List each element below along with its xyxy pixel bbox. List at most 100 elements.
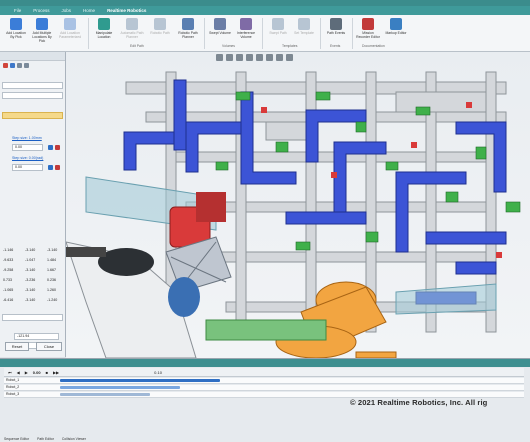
path-icon: [154, 18, 166, 30]
ribbon-tabs: File Process Jobs Home Realtime Robotics: [0, 6, 530, 15]
ribbon-separator: [352, 18, 353, 49]
tab-collision-viewer[interactable]: Collision Viewer: [62, 437, 86, 441]
playback-controls: ⏮ ◀ ▶ 0.00 ■ ▶▶ 0.10: [4, 368, 524, 377]
current-time: 0.00: [32, 369, 41, 375]
sequence-row[interactable]: Robot_2: [4, 385, 524, 391]
coord-value: -6.416: [3, 298, 14, 302]
close-button[interactable]: Close: [36, 342, 62, 351]
add-location-icon: [64, 18, 76, 30]
row-label: Robot_2: [6, 385, 20, 389]
coord-value: -3.140: [47, 248, 58, 252]
sequence-row[interactable]: Robot_1: [4, 378, 524, 384]
render-icon[interactable]: [266, 54, 273, 61]
editor-icon: [362, 18, 374, 30]
coord-value: 1.667: [47, 268, 56, 272]
fit-icon[interactable]: [246, 54, 253, 61]
operation-bar[interactable]: [60, 386, 180, 389]
robot-icon[interactable]: [10, 63, 15, 68]
step-back-icon[interactable]: ◀: [17, 370, 20, 375]
volume-icon: [240, 18, 252, 30]
path-icon: [272, 18, 284, 30]
tab-sequence-editor[interactable]: Sequence Editor: [4, 437, 29, 441]
copyright-watermark: © 2021 Realtime Robotics, Inc. All rig: [350, 398, 488, 407]
external-axis-value[interactable]: -121.94: [14, 333, 59, 340]
coord-value: -1.240: [47, 298, 58, 302]
axis-icon[interactable]: [24, 63, 29, 68]
coord-value: -3.140: [25, 298, 36, 302]
view-icon[interactable]: [256, 54, 263, 61]
operation-bar[interactable]: [60, 379, 220, 382]
config-selector[interactable]: [2, 314, 63, 321]
close-icon[interactable]: [3, 63, 8, 68]
rotate-left-icon[interactable]: [48, 165, 53, 170]
group-label-volumes: Volumes: [222, 44, 236, 48]
coord-value: -3.140: [25, 288, 36, 292]
interference-volume-button[interactable]: Interference Volume: [234, 18, 258, 48]
tab-home[interactable]: Home: [83, 8, 95, 13]
coord-value: -1.065: [3, 288, 14, 292]
tab-jobs[interactable]: Jobs: [62, 8, 72, 13]
translation-step-input[interactable]: 0.00: [12, 144, 43, 151]
manipulate-icon: [98, 18, 110, 30]
3d-viewport[interactable]: [66, 52, 530, 358]
rotate-icon[interactable]: [236, 54, 243, 61]
measure-icon[interactable]: [286, 54, 293, 61]
robotic-path-button[interactable]: Robotic Path: [148, 18, 172, 48]
ribbon-separator: [262, 18, 263, 49]
group-label-templates: Templates: [282, 44, 298, 48]
ribbon: Add Location By Pick Add Multiple Locati…: [0, 15, 530, 52]
manipulate-location-button[interactable]: Manipulate Location: [92, 18, 116, 48]
add-location-param-button[interactable]: Add Location Parameterized: [58, 18, 82, 48]
pan-icon[interactable]: [226, 54, 233, 61]
coord-value: -1.047: [25, 258, 36, 262]
group-label-documentation: Documentation: [362, 44, 385, 48]
tab-realtime-robotics[interactable]: Realtime Robotics: [107, 8, 146, 13]
add-multiple-icon: [36, 18, 48, 30]
row-label: Robot_3: [6, 392, 20, 396]
coord-value: -1.146: [3, 248, 14, 252]
frame-selector[interactable]: [2, 92, 63, 99]
rotation-step-link[interactable]: Step size: 0.00(rad): [12, 156, 43, 160]
step-forward-icon[interactable]: ▶▶: [53, 370, 59, 375]
volume-icon: [214, 18, 226, 30]
bottom-tabs: Sequence Editor Path Editor Collision Vi…: [4, 437, 86, 441]
sequence-editor-header: [0, 359, 530, 367]
ribbon-separator: [204, 18, 205, 49]
play-icon[interactable]: ▶: [25, 370, 28, 375]
tab-file[interactable]: File: [14, 8, 21, 13]
viewport-toolbar: [216, 54, 293, 61]
gripper-tool: [165, 192, 232, 293]
frame-icon[interactable]: [17, 63, 22, 68]
arrow-left-icon[interactable]: [48, 145, 53, 150]
coord-value: -3.236: [25, 278, 36, 282]
location-selector[interactable]: [2, 82, 63, 89]
ribbon-separator: [88, 18, 89, 49]
path-icon: [298, 18, 310, 30]
robotic-path-planner-button[interactable]: Robotic Path Planner: [176, 18, 200, 48]
operation-bar[interactable]: [60, 393, 150, 396]
coord-value: -9.258: [3, 268, 14, 272]
markup-editor-button[interactable]: Markup Editor: [384, 18, 408, 48]
section-icon[interactable]: [276, 54, 283, 61]
panel-title-bar: [0, 52, 65, 61]
reset-button[interactable]: Reset: [5, 342, 29, 351]
manipulate-panel: Step size: 1.00mm 0.00 Step size: 0.00(r…: [0, 52, 66, 357]
stop-icon[interactable]: ■: [46, 370, 48, 375]
path-icon: [182, 18, 194, 30]
rotation-step-input[interactable]: 0.00: [12, 164, 43, 171]
translucent-panel: [395, 283, 497, 315]
row-label: Robot_1: [6, 378, 20, 382]
floor-plate: [205, 319, 327, 341]
add-multiple-locations-button[interactable]: Add Multiple Locations By Pick: [30, 18, 54, 48]
tab-path-editor[interactable]: Path Editor: [37, 437, 54, 441]
arrow-right-icon[interactable]: [55, 145, 60, 150]
group-label-events: Events: [330, 44, 341, 48]
add-location-button[interactable]: Add Location By Pick: [4, 18, 28, 48]
tab-process[interactable]: Process: [33, 8, 49, 13]
rewind-icon[interactable]: ⏮: [8, 370, 12, 375]
translation-step-link[interactable]: Step size: 1.00mm: [12, 136, 42, 140]
zoom-icon[interactable]: [216, 54, 223, 61]
coord-value: 1.260: [47, 288, 56, 292]
markup-icon: [390, 18, 402, 30]
rotate-right-icon[interactable]: [55, 165, 60, 170]
